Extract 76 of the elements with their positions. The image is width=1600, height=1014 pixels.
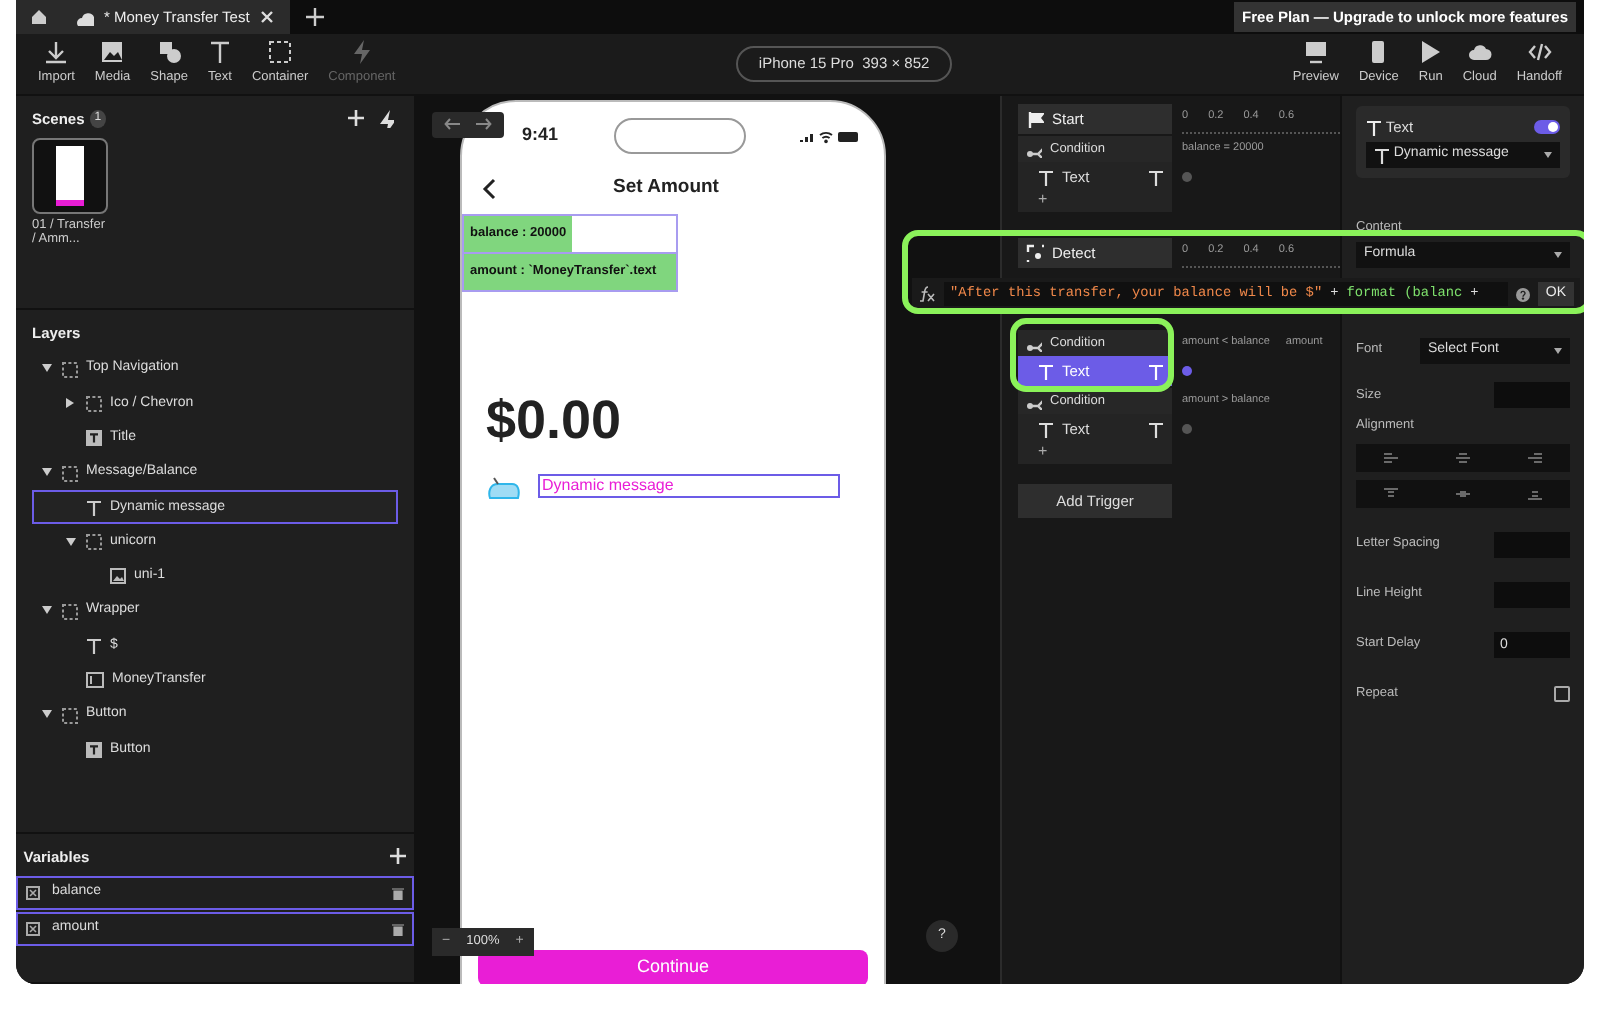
plus-icon [348,110,364,127]
align-left-icon [1384,451,1399,463]
dynamic-message: Dynamic message [538,473,840,499]
keyframe-dot [1182,424,1192,434]
vertical-alignment-control[interactable] [1356,479,1570,507]
keyframe-dot [1182,172,1192,182]
dashed-frame-icon [268,40,293,65]
text-icon [1148,421,1164,437]
trash-icon [392,922,404,936]
add-action-button[interactable]: + [1038,190,1048,208]
back-button[interactable] [444,118,460,132]
variable-icon [26,886,40,900]
align-right-icon [1527,451,1542,463]
play-icon [1418,40,1443,65]
home-icon [29,8,47,26]
dashed-frame-icon [62,707,78,724]
align-middle-icon [1455,487,1470,499]
text-icon [1038,363,1054,379]
screen-title: Set Amount [611,173,721,202]
text-icon [1148,169,1164,185]
status-icons-drawing [799,129,860,143]
dynamic-island [613,118,745,154]
horizontal-alignment-control[interactable] [1356,443,1570,471]
text-icon [1374,147,1390,164]
repeat-checkbox[interactable] [1554,686,1570,702]
arrow-right-icon [476,118,492,131]
monitor-icon [1303,40,1328,65]
arrow-left-icon [444,118,460,131]
plus-icon [390,848,407,865]
text-icon [207,40,232,65]
text-icon [1038,169,1054,185]
function-icon [918,286,936,302]
cloud-icon [1467,40,1492,65]
help-icon [1515,287,1530,301]
text-icon [1366,119,1382,136]
align-bottom-icon [1527,487,1542,499]
align-top-icon [1384,487,1399,499]
plus-icon [305,7,324,26]
enable-toggle[interactable] [1534,120,1560,135]
dashed-frame-icon [86,534,102,551]
caret-down-icon [1554,251,1562,258]
close-icon [259,10,274,25]
text-icon [86,638,102,655]
cloud-icon [76,8,94,26]
trash-icon [392,886,404,900]
input-field-icon [86,672,104,689]
variable-icon [26,922,40,936]
amount-text: $0.00 [486,387,624,453]
continue-button[interactable]: Continue [478,950,868,984]
scene-thumbnail[interactable] [32,138,108,214]
scan-icon [1026,244,1044,262]
text-icon [1148,363,1164,379]
caret-down-icon [1554,347,1562,354]
status-time: 9:41 [522,122,559,149]
text-box-icon [86,741,102,758]
align-center-icon [1455,451,1470,463]
image-icon [100,40,125,65]
bolt-icon [376,109,394,128]
image-icon [110,568,126,585]
chevron-left-icon [482,177,496,199]
text-icon [86,499,102,516]
keyframe-dot [1182,366,1192,376]
add-action-button[interactable]: + [1038,442,1048,460]
flag-icon [1026,110,1044,128]
shapes-icon [157,40,182,65]
forward-button[interactable] [476,118,492,132]
bolt-icon [349,40,374,65]
add-variable-button[interactable] [390,846,407,869]
home-button[interactable] [16,0,60,34]
text-icon [1038,421,1054,437]
text-box-icon [86,430,102,447]
dashed-frame-icon [62,465,78,482]
code-icon [1527,40,1552,65]
caret-down-icon [1544,152,1552,159]
dashed-frame-icon [62,603,78,620]
download-icon [44,40,69,65]
